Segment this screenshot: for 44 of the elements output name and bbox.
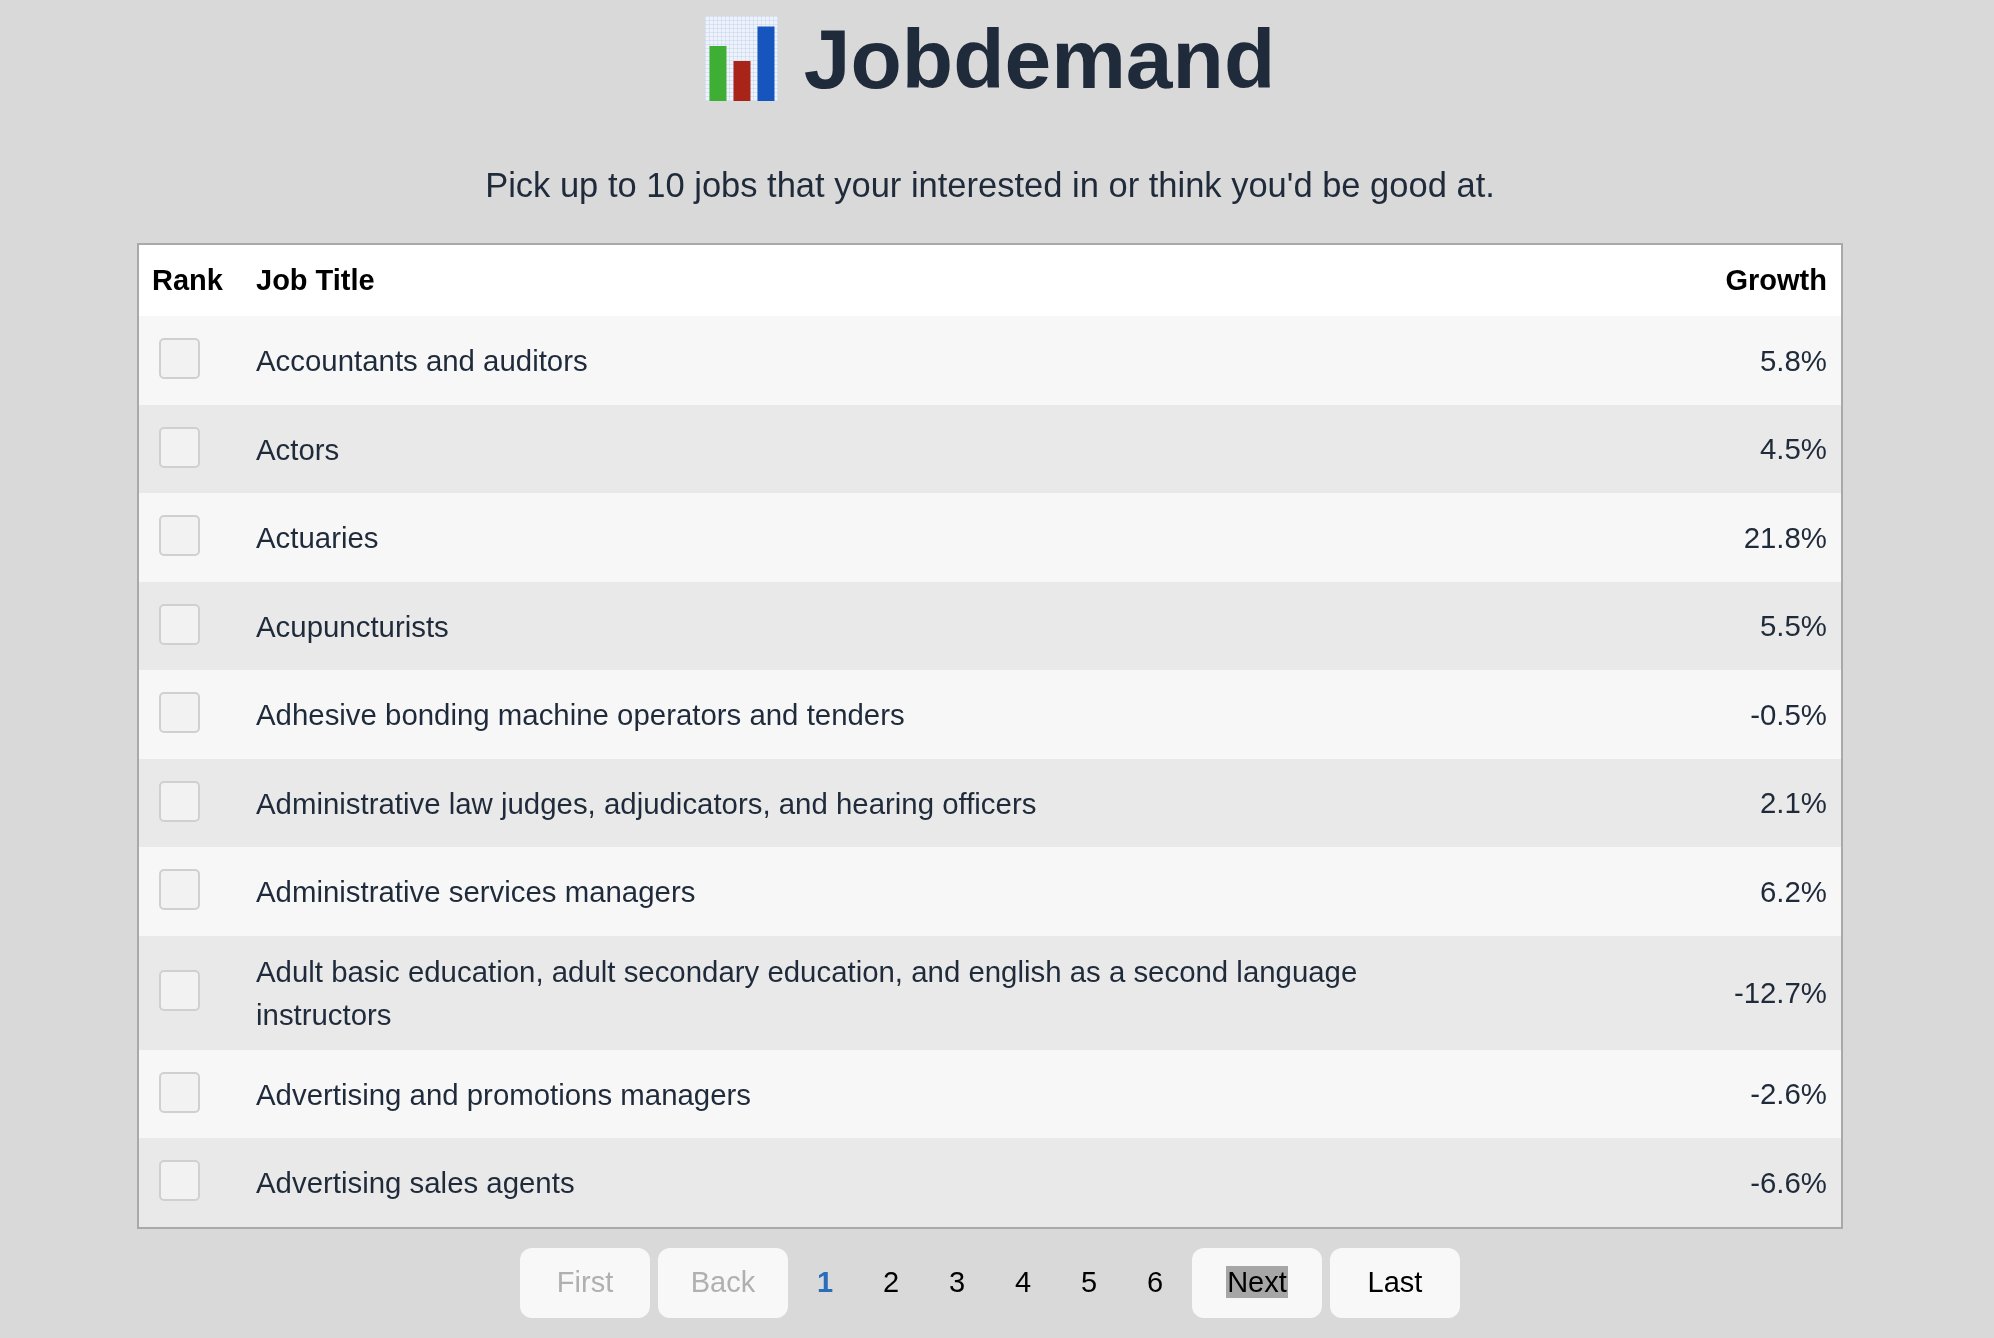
page-number-link[interactable]: 2	[862, 1252, 920, 1313]
page-nav-button[interactable]: Last	[1330, 1247, 1460, 1318]
checkbox[interactable]	[159, 1071, 200, 1113]
checkbox[interactable]	[159, 692, 200, 734]
app-title: Jobdemand	[803, 16, 1276, 101]
bar-chart-logo-icon	[704, 16, 778, 101]
job-title-cell-text: Actors	[256, 431, 340, 468]
page-number-link[interactable]: 3	[928, 1252, 986, 1313]
page-number-link[interactable]: 1	[796, 1252, 854, 1313]
growth-cell-text: -6.6%	[1750, 1165, 1828, 1200]
growth-cell-text: 5.5%	[1760, 609, 1828, 644]
checkbox[interactable]	[159, 869, 200, 911]
job-title-cell-text: Advertising and promotions managers	[256, 1076, 751, 1113]
growth-cell-text: -12.7%	[1733, 975, 1828, 1010]
job-title-cell-text: Advertising sales agents	[256, 1165, 575, 1202]
page-nav-button[interactable]: Next	[1192, 1247, 1322, 1318]
growth-cell-text: -0.5%	[1750, 697, 1828, 732]
column-header: Job Title	[256, 264, 375, 298]
job-title-cell-text: Administrative services managers	[256, 874, 696, 911]
job-title-cell-text: Actuaries	[256, 520, 379, 557]
checkbox[interactable]	[159, 780, 200, 822]
growth-cell-text: 6.2%	[1760, 874, 1828, 909]
job-title-cell-text: Acupuncturists	[256, 608, 449, 645]
checkbox[interactable]	[159, 338, 200, 380]
column-header: Rank	[151, 264, 223, 298]
checkbox[interactable]	[159, 1160, 200, 1202]
job-title-cell-text: Adhesive bonding machine operators and tenders	[256, 697, 905, 734]
checkbox[interactable]	[159, 426, 200, 468]
job-title-cell-text: Accountants and auditors	[256, 343, 588, 380]
column-header: Growth	[1725, 264, 1828, 298]
page-number-link[interactable]: 4	[994, 1252, 1052, 1313]
growth-cell-text: 2.1%	[1760, 786, 1828, 821]
page-number-link[interactable]: 5	[1060, 1252, 1118, 1313]
checkbox[interactable]	[159, 970, 200, 1012]
growth-cell-text: 21.8%	[1743, 520, 1828, 555]
checkbox[interactable]	[159, 603, 200, 645]
checkbox[interactable]	[159, 515, 200, 557]
instructions-text: Pick up to 10 jobs that your interested in or think you'd be good at.	[485, 165, 1495, 206]
job-title-cell-text: Administrative law judges, adjudicators, and hearing officers	[256, 785, 1037, 822]
page-number-link[interactable]: 6	[1126, 1252, 1184, 1313]
growth-cell-text: -2.6%	[1750, 1077, 1828, 1112]
growth-cell-text: 5.8%	[1760, 343, 1828, 378]
job-title-cell-text: Adult basic education, adult secondary education, and english as a second language instructors	[256, 953, 1359, 1033]
growth-cell-text: 4.5%	[1760, 432, 1828, 467]
